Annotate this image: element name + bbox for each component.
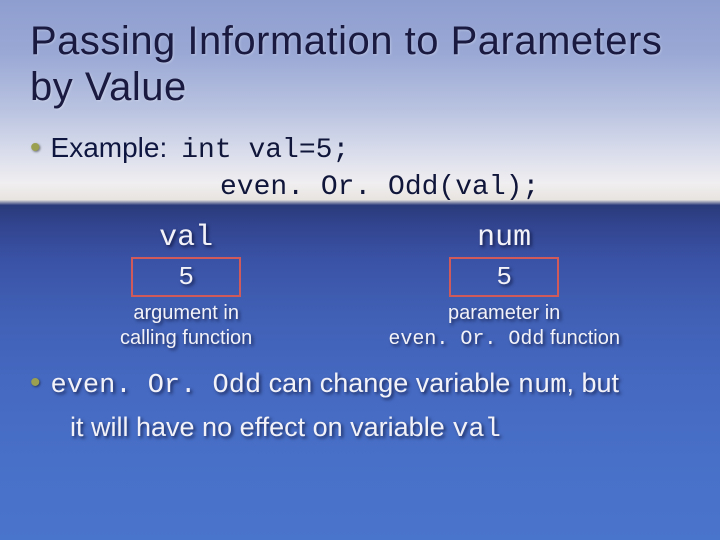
- example-label: Example:: [51, 132, 168, 164]
- var-val-caption: argument in calling function: [120, 301, 252, 351]
- bullet-example: • Example: int val=5;: [30, 132, 690, 166]
- bullet-dot-icon: •: [30, 133, 41, 163]
- bullet-explanation: • even. Or. Odd can change variable num,…: [30, 366, 690, 404]
- variables-row: val 5 argument in calling function num 5…: [30, 221, 690, 352]
- var-num-box: 5: [449, 257, 559, 297]
- slide: Passing Information to Parameters by Val…: [0, 0, 720, 540]
- variable-num: num 5 parameter in even. Or. Odd functio…: [388, 221, 620, 352]
- var-num-name: num: [477, 221, 531, 255]
- explanation-line-1: even. Or. Odd can change variable num, b…: [51, 366, 619, 404]
- code-line-1: int val=5;: [181, 135, 349, 166]
- var-val-name: val: [159, 221, 213, 255]
- explanation-line-2: it will have no effect on variable val: [70, 410, 690, 448]
- var-num-caption: parameter in even. Or. Odd function: [388, 301, 620, 352]
- variable-val: val 5 argument in calling function: [120, 221, 252, 352]
- code-line-2: even. Or. Odd(val);: [220, 172, 690, 203]
- slide-title: Passing Information to Parameters by Val…: [30, 18, 690, 110]
- bullet-dot-icon: •: [30, 368, 41, 398]
- var-val-box: 5: [131, 257, 241, 297]
